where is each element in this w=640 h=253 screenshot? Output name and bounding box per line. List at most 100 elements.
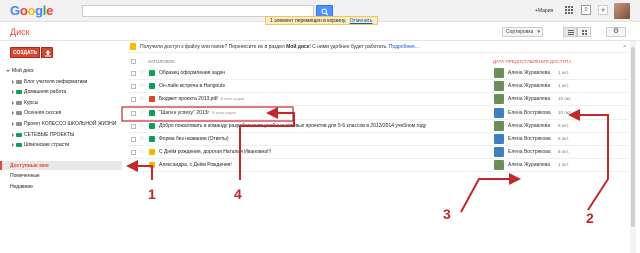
folder-icon [16,143,22,148]
sidebar-item-label: Проект КОЛЕССО ШКОЛЬНОЙ ЖИЗНИ [24,121,117,127]
star-icon[interactable]: ☆ [139,159,144,171]
sidebar-folder-item[interactable]: Домашняя работа [12,89,66,95]
star-icon[interactable]: ☆ [139,80,144,92]
table-row[interactable]: ☆ Бюджет проекта 2013.pdf В мою кодов Алена… [128,93,628,107]
star-icon[interactable]: ☆ [139,107,144,119]
scrollbar[interactable] [630,41,636,253]
upload-button[interactable] [41,47,53,58]
owner-avatar [494,68,504,78]
expand-arrow-icon[interactable] [6,70,10,72]
page-title[interactable]: Диск [10,27,30,37]
sidebar-folder-item[interactable]: Шпионские страсти [12,142,69,148]
notifications-badge[interactable]: 0 [581,5,591,15]
select-all-checkbox[interactable] [131,59,136,64]
upload-icon [45,50,51,57]
sidebar-item-label: СЕТЕВЫЕ ПРОЕКТЫ [24,131,75,138]
row-checkbox[interactable] [131,110,136,116]
folder-icon [16,132,22,137]
row-checkbox[interactable] [131,71,136,76]
learn-more-link[interactable]: Подробнее... [389,44,419,50]
row-checkbox[interactable] [131,97,136,103]
grid-view-button[interactable] [577,27,591,37]
file-type-icon [149,122,155,129]
file-type-icon [149,96,155,103]
sidebar-item-label: Шпионские страсти [24,142,70,149]
scrollbar-thumb[interactable] [631,47,635,227]
shared-date: 1 окт. [558,162,570,168]
row-checkbox[interactable] [131,123,136,129]
apps-grid-icon[interactable] [565,6,573,14]
sidebar-item-label: Курсы [24,99,39,106]
table-row[interactable]: ☆ Он-лайн встреча в Hangouts Алена Журавле… [128,80,628,94]
star-icon[interactable]: ☆ [139,93,144,105]
settings-button[interactable]: ⚙ [606,27,626,37]
file-title[interactable]: Добро пожаловать в команду разработчиков… [159,120,429,132]
file-title[interactable]: Образец оформления задач [159,67,228,79]
google-logo[interactable]: Google [10,3,53,18]
row-checkbox[interactable] [131,150,136,156]
sidebar-item-recent[interactable]: Недавние [10,184,33,190]
star-icon[interactable]: ☆ [139,120,144,132]
logo-letter: o [27,3,36,18]
file-title[interactable]: С Днём рождения, дорогая Наталия Ивановн… [159,146,274,158]
avatar[interactable] [614,3,630,19]
sidebar-item-label: Осенняя сессия [24,110,62,117]
close-icon[interactable]: × [623,43,626,52]
star-icon[interactable]: ☆ [139,146,144,158]
collapse-arrow-icon[interactable] [12,79,14,84]
shared-date: 10 окт. [558,109,572,115]
file-title[interactable]: Бюджет проекта 2013.pdf В мою кодов [159,93,244,105]
sidebar-folder-item[interactable]: Проект КОЛЕССО ШКОЛЬНОЙ ЖИЗНИ [12,121,116,127]
list-view-button[interactable] [563,27,577,37]
owner-avatar [494,120,504,131]
file-type-icon [149,109,155,116]
star-icon[interactable]: ☆ [139,67,144,79]
file-title[interactable]: "Шаги к успеху" 2013г В мою кодов [159,107,236,119]
file-title-text: Бюджет проекта 2013.pdf [159,96,218,103]
table-row[interactable]: ☆ С Днём рождения, дорогая Наталия Иванов… [128,146,628,160]
folder-icon [16,79,22,84]
collapse-arrow-icon[interactable] [12,100,14,105]
file-title[interactable]: Он-лайн встреча в Hangouts [159,80,228,92]
star-icon[interactable]: ☆ [139,133,144,145]
share-plus-button[interactable]: + [598,5,608,15]
sidebar-item-label: Мой диск [12,68,34,74]
shared-file-icon [130,43,136,51]
sidebar-folder-item[interactable]: Блог учителя информатики [12,79,87,85]
file-title-text: Форма без названия (Ответы) [159,136,229,142]
table-row[interactable]: ☆ Форма без названия (Ответы) Елена Востря… [128,133,628,146]
row-checkbox[interactable] [131,163,136,169]
banner-text-2: ! С ними удобнее будет работать. [309,44,388,50]
table-row[interactable]: ☆ Добро пожаловать в команду разработчико… [128,120,628,133]
trash-notice: 1 элемент перемещен в корзину. Отменить [265,16,378,25]
sort-dropdown[interactable]: Сортировка [502,27,543,37]
collapse-arrow-icon[interactable] [12,143,14,148]
collapse-arrow-icon[interactable] [12,132,14,137]
column-header-date[interactable]: ДАТА ПРЕДОСТАВЛЕНИЯ ДОСТУПА [493,57,571,66]
shared-date: 8 окт. [558,122,570,128]
user-name-link[interactable]: +Мария [535,8,553,14]
row-checkbox[interactable] [131,84,136,90]
owner-avatar [494,81,504,92]
collapse-arrow-icon[interactable] [12,122,14,126]
column-header-title[interactable]: ЗАГОЛОВОК [148,57,175,66]
create-button[interactable]: СОЗДАТЬ [10,47,40,58]
file-title-text: Александра, с Днём Рождения! [159,162,232,169]
file-title-text: С Днём рождения, дорогая Наталия Ивановн… [159,149,272,156]
undo-link[interactable]: Отменить [350,18,373,24]
sidebar-item-my-drive[interactable]: Мой диск [6,68,34,74]
sidebar-folder-item[interactable]: Осенняя сессия [12,110,61,116]
sidebar-item-shared-with-me[interactable]: Доступные мне [0,161,122,170]
collapse-arrow-icon[interactable] [12,111,14,116]
table-row[interactable]: ☆ "Шаги к успеху" 2013г В мою кодов Елена В… [128,107,628,120]
sidebar-item-starred[interactable]: Помеченные [10,173,40,179]
file-title[interactable]: Форма без названия (Ответы) [159,133,232,145]
row-checkbox[interactable] [131,137,136,142]
file-type-icon [149,70,155,76]
sidebar-folder-item[interactable]: СЕТЕВЫЕ ПРОЕКТЫ [12,132,74,138]
collapse-arrow-icon[interactable] [12,90,14,95]
table-row[interactable]: ☆ Образец оформления задач Алена Журавлева… [128,67,628,80]
file-title[interactable]: Александра, с Днём Рождения! [159,159,235,171]
sidebar-folder-item[interactable]: Курсы [12,100,38,106]
table-row[interactable]: ☆ Александра, с Днём Рождения! Алена Журав… [128,159,628,173]
